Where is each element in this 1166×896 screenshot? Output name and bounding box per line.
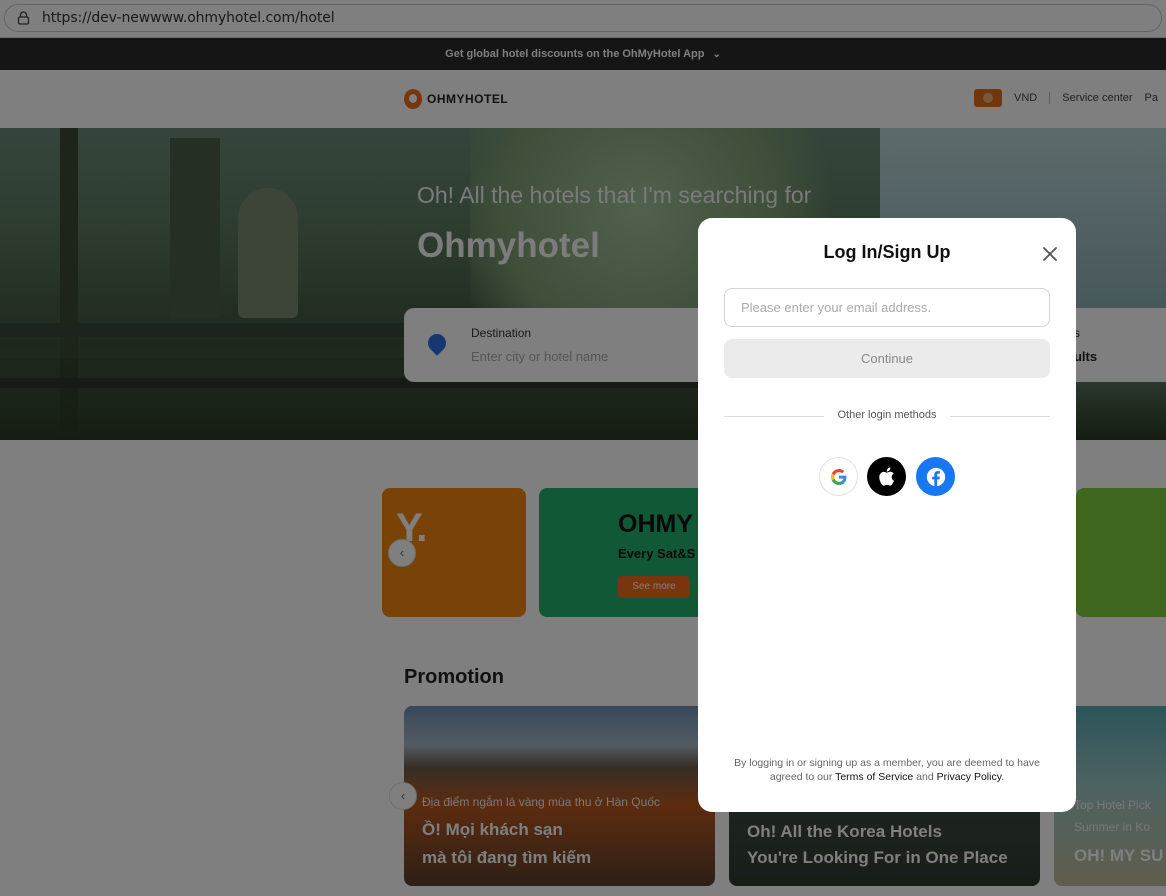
other-login-divider: Other login methods xyxy=(724,408,1050,424)
google-icon xyxy=(830,468,846,485)
modal-title: Log In/Sign Up xyxy=(823,242,951,262)
divider-line xyxy=(950,416,1050,417)
terms-of-service-link[interactable]: Terms of Service xyxy=(835,771,913,783)
terms-notice: By logging in or signing up as a member,… xyxy=(718,756,1056,784)
apple-icon xyxy=(879,467,895,486)
google-login-button[interactable] xyxy=(819,457,858,496)
facebook-icon xyxy=(926,467,945,486)
facebook-login-button[interactable] xyxy=(916,457,955,496)
other-login-label: Other login methods xyxy=(837,409,937,421)
email-input[interactable] xyxy=(724,288,1050,327)
terms-and: and xyxy=(913,771,937,783)
privacy-policy-link[interactable]: Privacy Policy xyxy=(937,771,1002,783)
terms-period: . xyxy=(1001,771,1005,783)
continue-button[interactable]: Continue xyxy=(724,339,1050,378)
close-icon[interactable] xyxy=(1040,244,1060,264)
login-modal: Log In/Sign Up Continue Other login meth… xyxy=(698,218,1076,812)
apple-login-button[interactable] xyxy=(867,457,906,496)
